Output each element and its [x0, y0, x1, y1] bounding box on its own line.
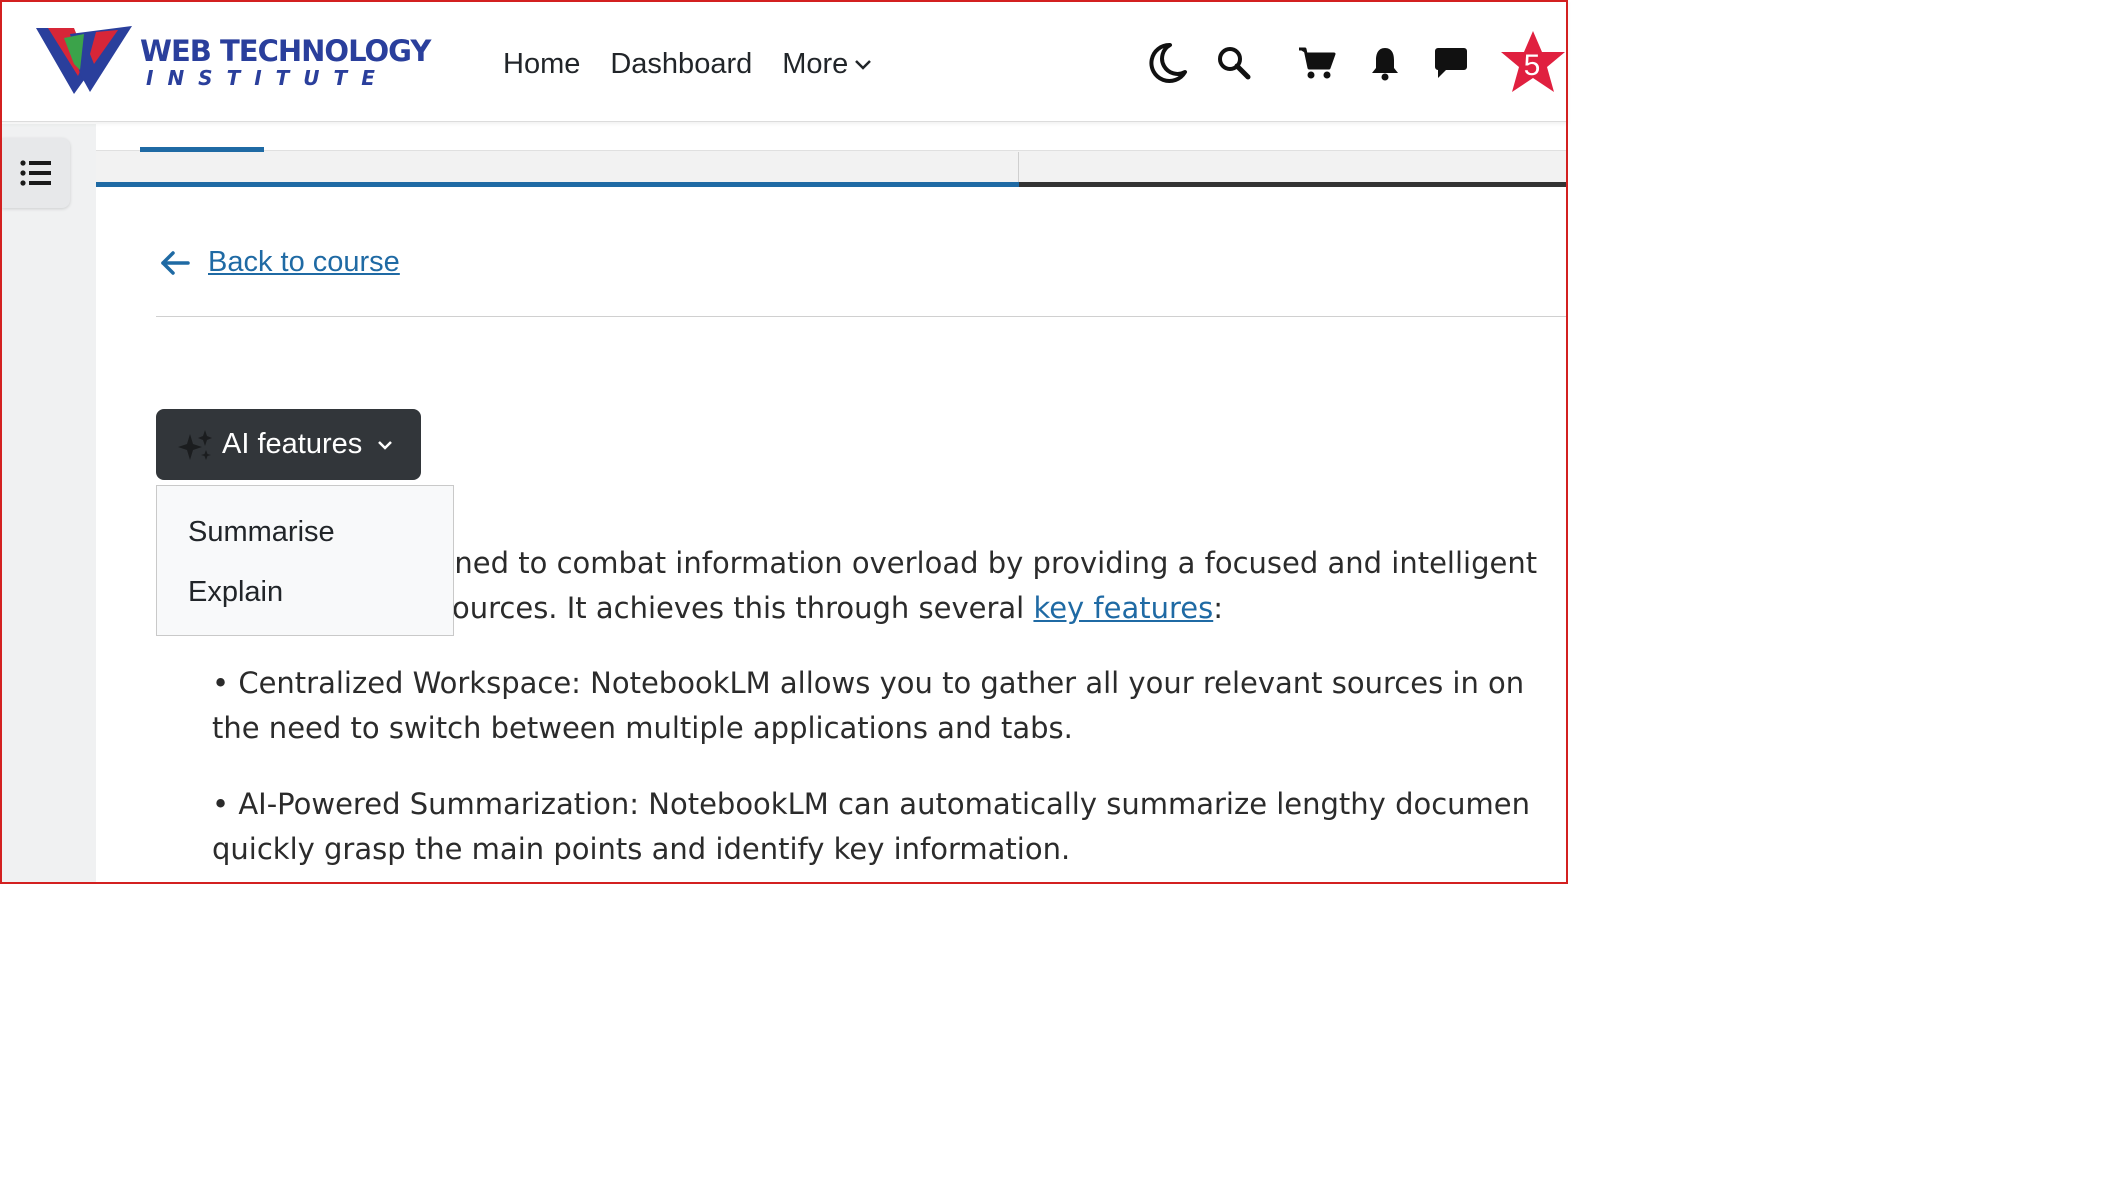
site-logo[interactable]: WEB TECHNOLOGY INSTITUTE [34, 24, 431, 96]
logo-text-primary: WEB TECHNOLOGY [140, 34, 431, 68]
secondary-nav-active-indicator [140, 147, 264, 152]
top-navbar: WEB TECHNOLOGY INSTITUTE Home Dashboard … [0, 0, 1568, 122]
chevron-down-icon [378, 440, 393, 450]
menu-item-summarise[interactable]: Summarise [188, 516, 335, 549]
paragraph-line-2: ources. It achieves this through several… [452, 591, 1223, 625]
bullet-ai-summarization-line-2: quickly grasp the main points and identi… [212, 832, 1071, 866]
bullet-ai-summarization-line-1: • AI-Powered Summarization: NotebookLM c… [212, 787, 1531, 821]
section-divider [156, 316, 1568, 317]
notification-bell-icon[interactable] [1370, 45, 1400, 81]
chevron-down-icon [855, 59, 872, 70]
nav-dashboard-link[interactable]: Dashboard [610, 48, 752, 81]
search-icon[interactable] [1216, 45, 1252, 81]
cart-icon[interactable] [1298, 46, 1336, 80]
ai-features-label: AI features [222, 428, 363, 460]
paragraph-line-1: gned to combat information overload by p… [436, 546, 1538, 580]
back-to-course-label: Back to course [208, 246, 400, 278]
list-icon [20, 160, 51, 186]
paragraph-text-suffix: : [1213, 591, 1224, 625]
primary-nav: Home Dashboard More [503, 48, 872, 81]
arrow-left-icon [161, 250, 190, 275]
secondary-nav-bar [96, 150, 1568, 186]
nav-more-dropdown[interactable]: More [782, 48, 872, 81]
nav-more-label: More [782, 48, 849, 80]
ai-features-menu: Summarise Explain [156, 485, 454, 636]
course-index-toggle-button[interactable] [2, 138, 70, 208]
secondary-nav-divider [1018, 152, 1019, 184]
back-to-course-link[interactable]: Back to course [160, 246, 400, 279]
user-notification-badge[interactable]: 5 [1500, 30, 1566, 96]
messages-icon[interactable] [1434, 46, 1468, 80]
ai-features-button[interactable]: AI features [156, 409, 421, 480]
progress-bar-completed [96, 182, 1019, 187]
progress-bar-remaining [1019, 182, 1568, 187]
sparkles-icon [178, 429, 212, 460]
left-drawer-strip [2, 124, 96, 884]
logo-text-secondary: INSTITUTE [146, 66, 389, 90]
menu-item-explain[interactable]: Explain [188, 576, 283, 609]
badge-count: 5 [1523, 49, 1541, 82]
logo-mark-icon [36, 26, 132, 94]
nav-home-link[interactable]: Home [503, 48, 580, 81]
key-features-link[interactable]: key features [1033, 591, 1213, 625]
bullet-centralized-workspace-line-2: the need to switch between multiple appl… [212, 711, 1073, 745]
paragraph-text-prefix: ources. It achieves this through several [452, 591, 1034, 625]
bullet-centralized-workspace-line-1: • Centralized Workspace: NotebookLM allo… [212, 666, 1525, 700]
dark-mode-moon-icon[interactable] [1148, 42, 1188, 84]
